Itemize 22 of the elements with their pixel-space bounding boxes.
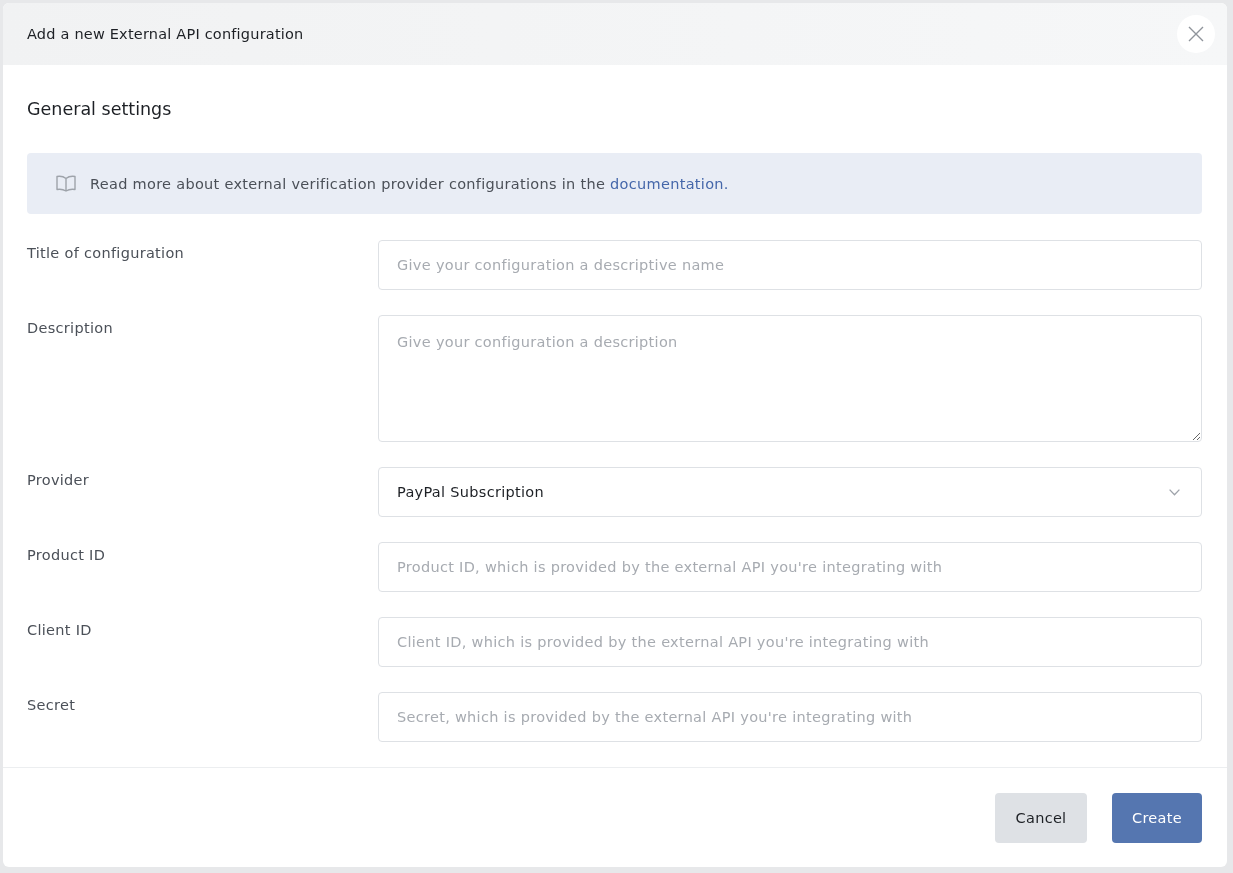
documentation-link[interactable]: documentation.: [610, 175, 729, 192]
field-label: Product ID: [27, 546, 106, 565]
input-field[interactable]: Give your configuration a descriptive name: [378, 240, 1202, 290]
close-icon: [1188, 26, 1204, 42]
input-field[interactable]: Secret, which is provided by the external API you're integrating with: [378, 692, 1202, 742]
cancel-button[interactable]: Cancel: [995, 793, 1087, 843]
chevron-down-icon: [1169, 488, 1180, 496]
dialog-title: Add a new External API configuration: [27, 26, 304, 42]
field-label: Client ID: [27, 621, 92, 640]
section-heading: General settings: [27, 98, 172, 121]
book-icon: [56, 175, 76, 192]
create-button[interactable]: Create: [1112, 793, 1202, 843]
close-button[interactable]: [1177, 15, 1215, 53]
info-text: Read more about external verification provider configurations in the documentation.: [90, 175, 729, 192]
input-field[interactable]: Client ID, which is provided by the external API you're integrating with: [378, 617, 1202, 667]
input-field[interactable]: Product ID, which is provided by the external API you're integrating with: [378, 542, 1202, 592]
field-label: Secret: [27, 696, 76, 715]
field-label: Provider: [27, 471, 90, 490]
provider-dropdown[interactable]: PayPal Subscription: [378, 467, 1202, 517]
textarea-field[interactable]: Give your configuration a description: [378, 315, 1202, 442]
field-label: Description: [27, 319, 113, 338]
field-label: Title of configuration: [27, 244, 185, 263]
